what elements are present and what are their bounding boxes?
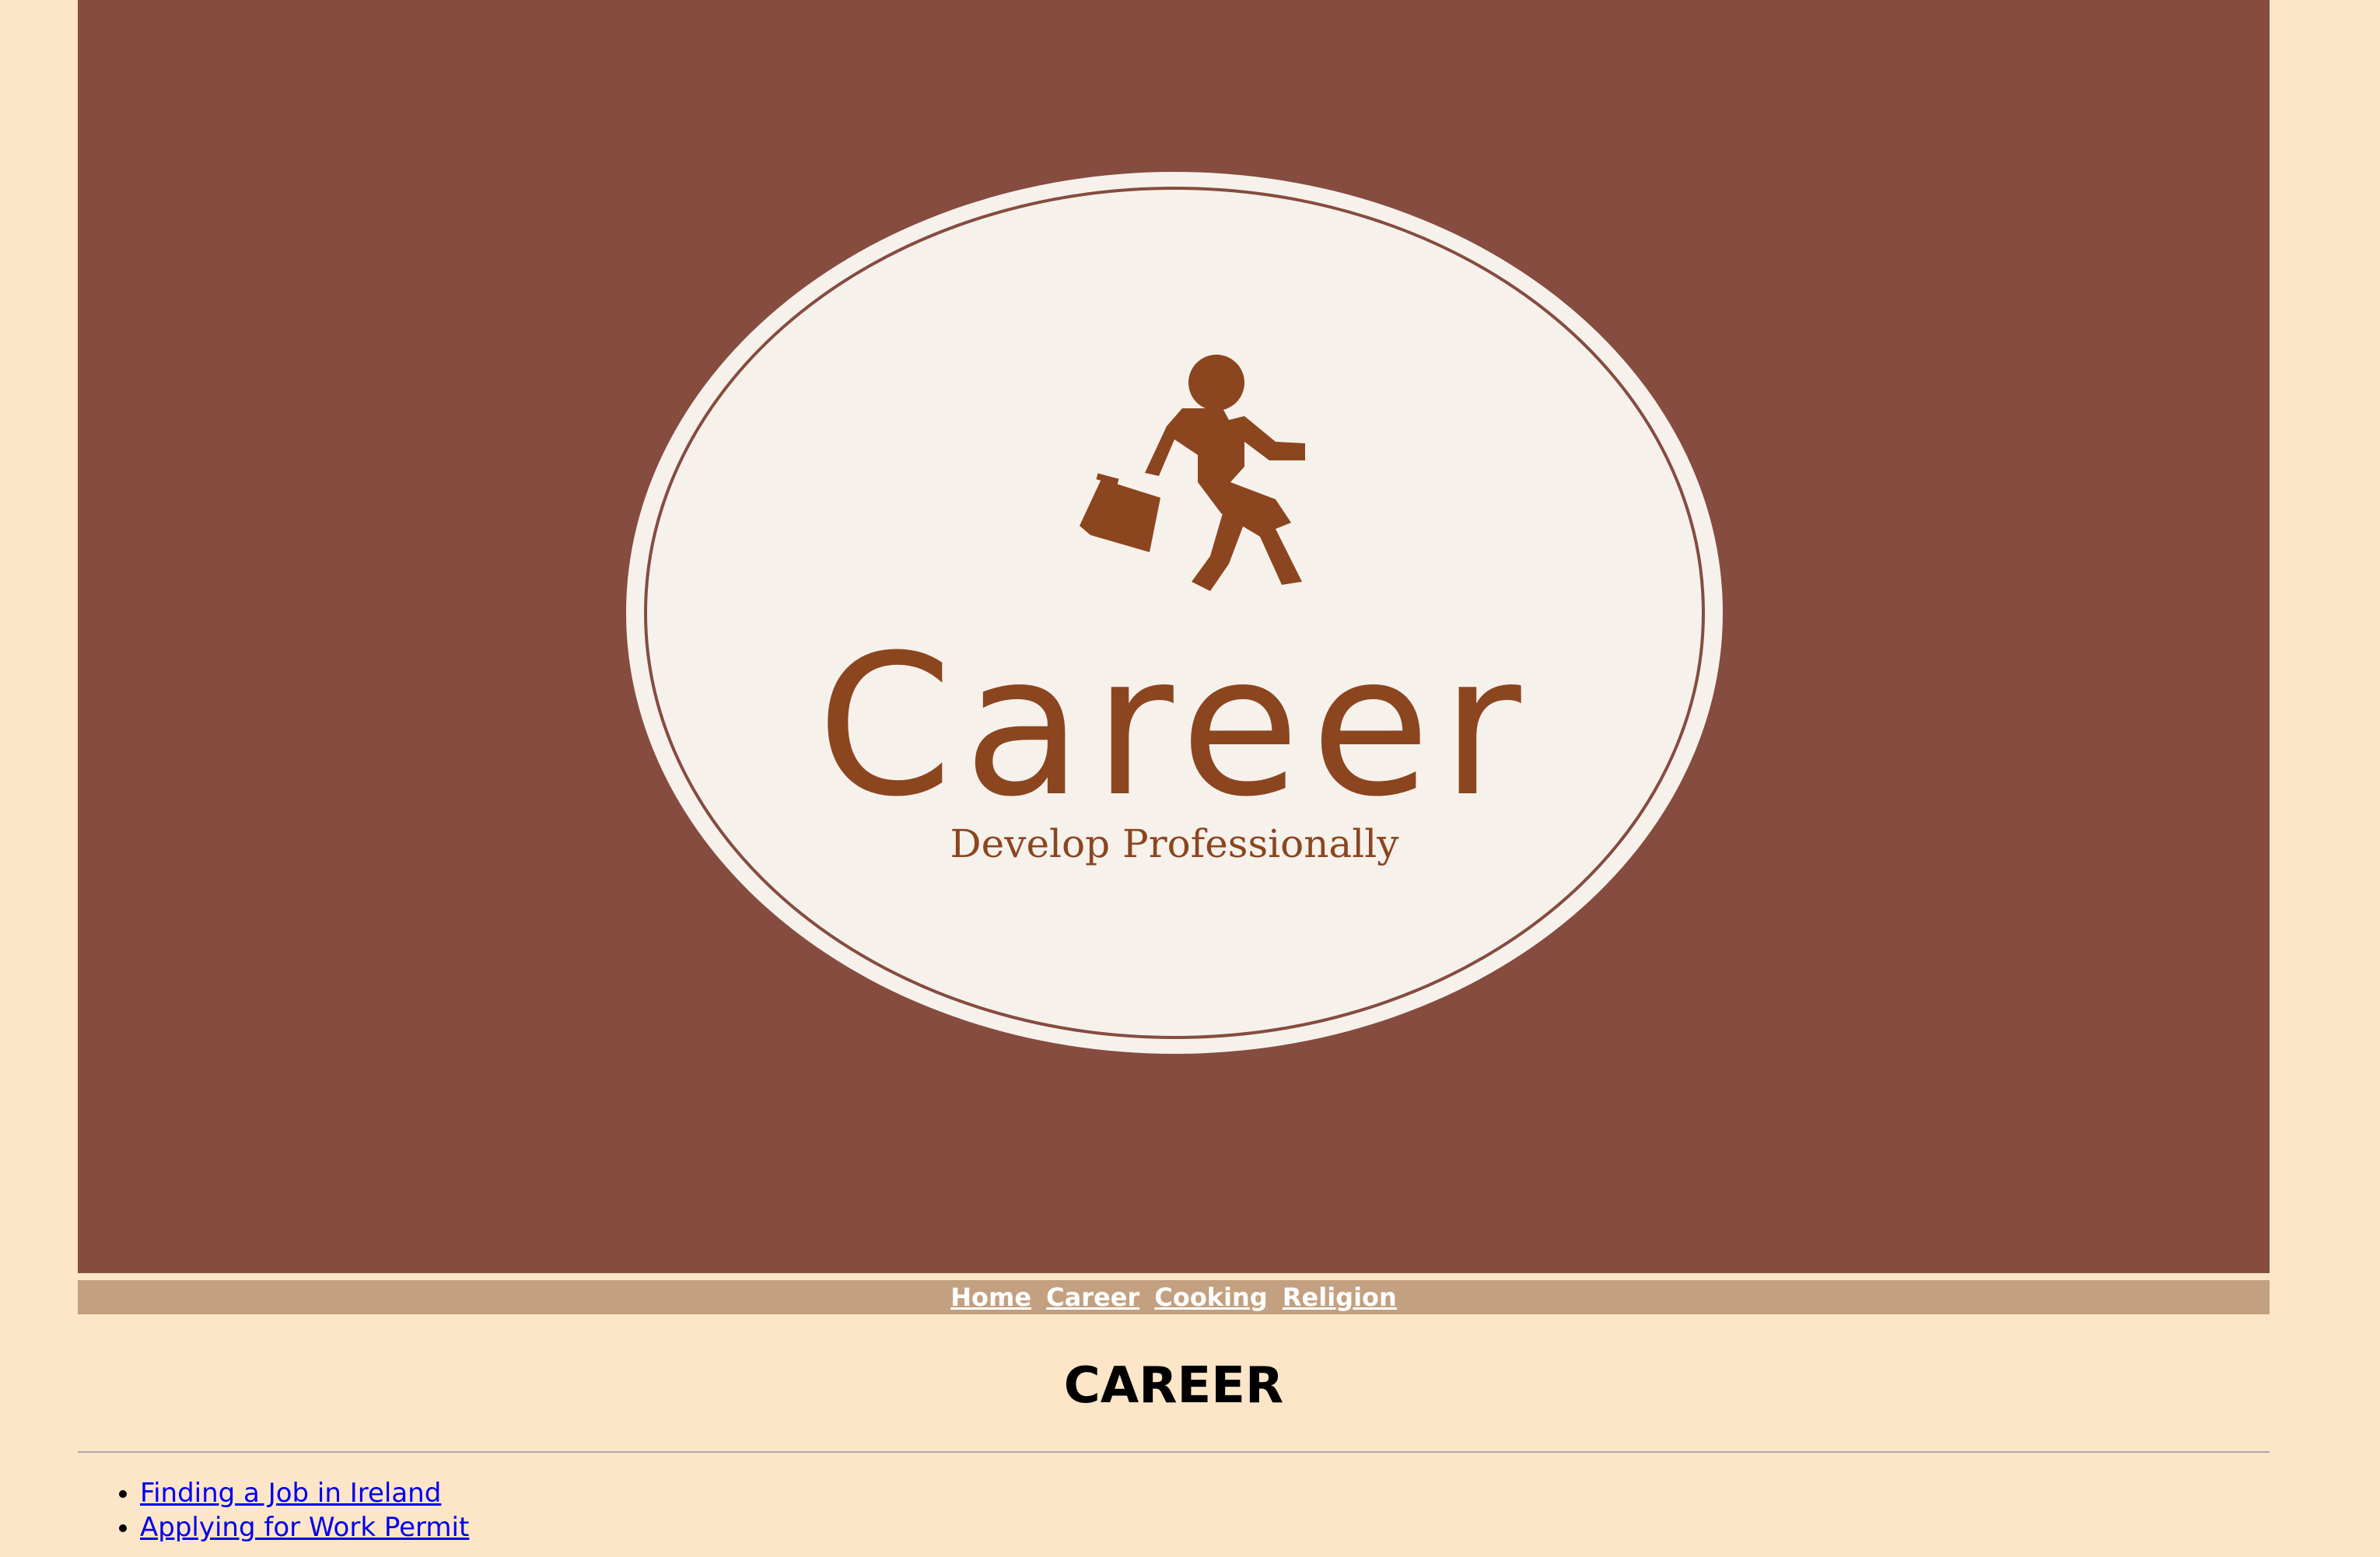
list-item: Applying for Work Permit <box>140 1510 469 1545</box>
main-navigation: Home Career Cooking Religion <box>78 1280 2270 1314</box>
nav-link-cooking[interactable]: Cooking <box>1154 1282 1267 1312</box>
logo-title: Career <box>817 613 1531 839</box>
career-topic-list: Finding a Job in Ireland Applying for Wo… <box>78 1476 469 1545</box>
finding-job-link[interactable]: Finding a Job in Ireland <box>140 1478 441 1509</box>
header-banner: Career Develop Professionally <box>78 0 2270 1273</box>
nav-link-home[interactable]: Home <box>950 1282 1031 1312</box>
page-title: CAREER <box>1063 1357 1284 1415</box>
nav-link-religion[interactable]: Religion <box>1283 1282 1397 1312</box>
logo-tagline: Develop Professionally <box>950 821 1400 866</box>
career-logo: Career Develop Professionally <box>626 172 1723 1054</box>
page: Career Develop Professionally Home Caree… <box>78 0 2270 1557</box>
list-item: Finding a Job in Ireland <box>140 1476 469 1510</box>
divider <box>78 1451 2270 1453</box>
work-permit-link[interactable]: Applying for Work Permit <box>140 1512 469 1543</box>
nav-link-career[interactable]: Career <box>1046 1282 1139 1312</box>
